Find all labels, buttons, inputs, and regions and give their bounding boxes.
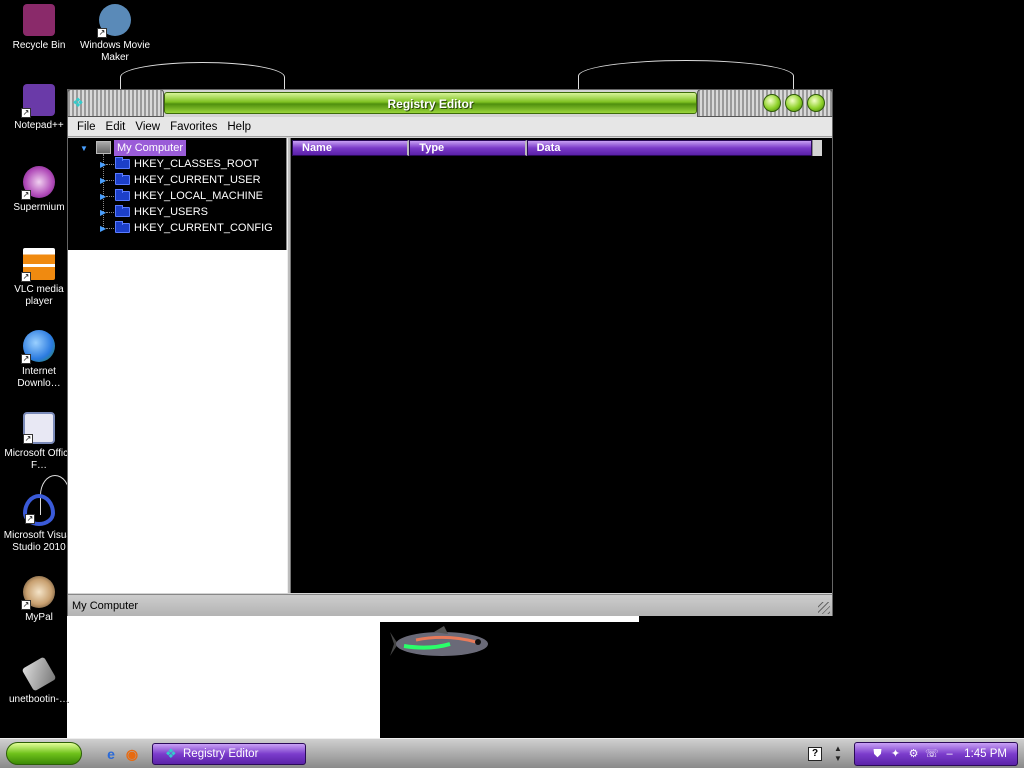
folder-icon xyxy=(115,205,130,217)
registry-tree[interactable]: ▼ My Computer ▶ HKEY_CLASSES_ROOT ▶ HKEY… xyxy=(68,138,287,593)
title-bar[interactable]: ❖ Registry Editor xyxy=(67,89,833,117)
menu-file[interactable]: File xyxy=(72,121,101,133)
registry-editor-app-icon[interactable]: ❖ xyxy=(70,95,86,111)
column-header-type[interactable]: Type xyxy=(409,140,527,156)
internet-download-manager-icon: ↗ xyxy=(21,330,55,364)
folder-icon xyxy=(115,189,130,201)
tree-key-label: HKEY_LOCAL_MACHINE xyxy=(134,190,263,202)
tree-item-hkey-local-machine[interactable]: ▶ HKEY_LOCAL_MACHINE xyxy=(68,188,287,204)
tree-item-my-computer[interactable]: ▼ My Computer xyxy=(68,140,287,156)
folder-icon xyxy=(115,173,130,185)
taskbar-button-label: Registry Editor xyxy=(183,748,259,760)
desktop-wire xyxy=(578,60,794,92)
tree-root-label: My Computer xyxy=(114,140,187,156)
tray-expand-icon[interactable]: ▲ ▼ xyxy=(832,744,844,764)
unetbootin-icon xyxy=(21,656,57,692)
menu-view[interactable]: View xyxy=(130,121,165,133)
visual-studio-icon: ↗ xyxy=(23,494,55,526)
menu-help[interactable]: Help xyxy=(222,121,256,133)
header-filler xyxy=(812,140,822,156)
close-button[interactable] xyxy=(807,94,825,112)
internet-explorer-icon[interactable]: e xyxy=(103,746,119,762)
list-header: Name Type Data xyxy=(292,140,822,156)
firefox-icon[interactable]: ◉ xyxy=(124,746,140,762)
tree-item-hkey-current-user[interactable]: ▶ HKEY_CURRENT_USER xyxy=(68,172,287,188)
minimize-button[interactable] xyxy=(763,94,781,112)
vlc-icon: ↗ xyxy=(21,248,55,282)
maximize-button[interactable] xyxy=(785,94,803,112)
column-header-name[interactable]: Name xyxy=(292,140,410,156)
folder-icon xyxy=(115,221,130,233)
tree-white-area xyxy=(68,250,287,593)
shield-icon[interactable]: ⛊ xyxy=(871,748,884,761)
network-icon[interactable]: ✦ xyxy=(889,748,902,761)
connection-icon[interactable]: ☏ xyxy=(925,748,939,761)
mypal-icon: ↗ xyxy=(21,576,55,610)
clock[interactable]: 1:45 PM xyxy=(964,748,1007,760)
desktop-icon-movie-maker[interactable]: ↗ Windows Movie Maker xyxy=(76,4,154,64)
taskbar: e ◉ ❖ Registry Editor ? ▲ ▼ ⛊ ✦ ⚙ ☏ – 1:4… xyxy=(0,738,1024,768)
tree-item-hkey-classes-root[interactable]: ▶ HKEY_CLASSES_ROOT xyxy=(68,156,287,172)
office-icon: ↗ xyxy=(23,412,55,444)
values-list[interactable]: Name Type Data xyxy=(291,138,832,593)
menu-favorites[interactable]: Favorites xyxy=(165,121,222,133)
desktop-wire xyxy=(120,62,285,92)
computer-icon xyxy=(96,141,111,154)
recycle-bin-icon xyxy=(23,4,55,36)
notepad-plus-plus-icon: ↗ xyxy=(21,84,55,118)
tree-key-label: HKEY_CURRENT_USER xyxy=(134,174,261,186)
registry-editor-window: ❖ Registry Editor File Edit View Favorit… xyxy=(67,89,833,616)
safely-remove-icon[interactable]: ⚙ xyxy=(907,748,920,761)
menu-bar: File Edit View Favorites Help xyxy=(68,117,832,137)
movie-maker-icon: ↗ xyxy=(97,4,131,38)
tree-item-hkey-current-config[interactable]: ▶ HKEY_CURRENT_CONFIG xyxy=(68,220,287,236)
collapse-arrow-icon[interactable]: ▼ xyxy=(80,144,89,153)
tree-key-label: HKEY_CLASSES_ROOT xyxy=(134,158,259,170)
desktop-icon-unetbootin[interactable]: unetbootin-… xyxy=(0,656,78,706)
resize-grip[interactable] xyxy=(818,602,830,614)
status-bar: My Computer xyxy=(68,594,832,616)
status-text: My Computer xyxy=(72,600,139,612)
supermium-icon: ↗ xyxy=(21,166,55,200)
system-tray: ⛊ ✦ ⚙ ☏ – 1:45 PM xyxy=(854,742,1018,766)
menu-edit[interactable]: Edit xyxy=(101,121,131,133)
tree-key-label: HKEY_USERS xyxy=(134,206,208,218)
volume-icon[interactable]: – xyxy=(943,748,956,761)
help-icon[interactable]: ? xyxy=(808,747,822,761)
desktop-icon-recycle-bin[interactable]: Recycle Bin xyxy=(0,4,78,52)
tree-item-hkey-users[interactable]: ▶ HKEY_USERS xyxy=(68,204,287,220)
tree-key-label: HKEY_CURRENT_CONFIG xyxy=(134,222,273,234)
window-title: Registry Editor xyxy=(387,97,474,111)
folder-icon xyxy=(115,157,130,169)
column-header-data[interactable]: Data xyxy=(526,140,813,156)
fish-image xyxy=(390,626,488,656)
start-button[interactable] xyxy=(6,742,82,765)
registry-editor-app-icon: ❖ xyxy=(165,746,177,761)
title-bar-center: Registry Editor xyxy=(164,92,697,114)
taskbar-button-registry-editor[interactable]: ❖ Registry Editor xyxy=(152,743,306,765)
